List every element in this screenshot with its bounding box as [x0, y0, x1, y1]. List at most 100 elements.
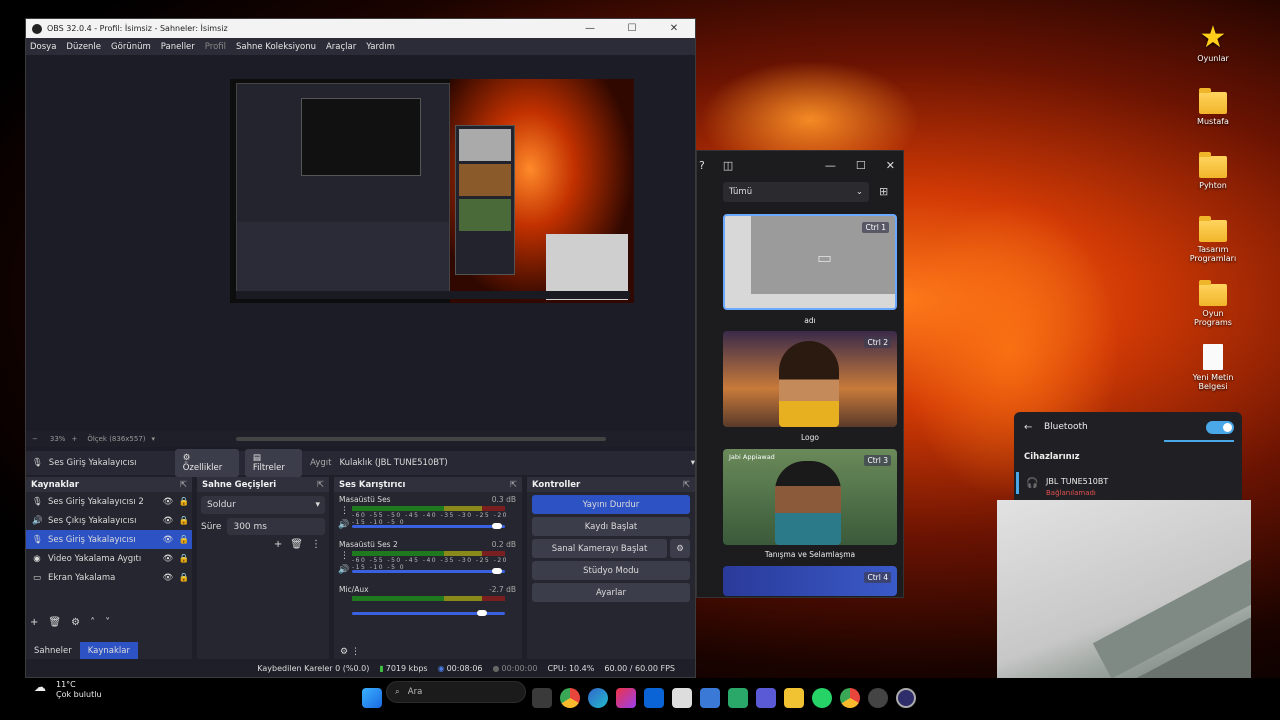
menu-yardim[interactable]: Yardım	[366, 42, 395, 52]
eye-icon[interactable]: 👁	[160, 554, 176, 564]
menu-dosya[interactable]: Dosya	[30, 42, 56, 52]
menu-araclar[interactable]: Araçlar	[326, 42, 356, 52]
more-icon[interactable]: ⋮	[351, 647, 360, 657]
eye-icon[interactable]: 👁	[160, 573, 176, 583]
filters-button[interactable]: ▤ Filtreler	[244, 449, 303, 477]
chevron-up-icon[interactable]: ˄	[90, 617, 95, 628]
chevron-down-icon[interactable]: ˅	[105, 617, 110, 628]
eye-icon[interactable]: 👁	[160, 516, 176, 526]
app-icon[interactable]	[868, 688, 888, 708]
gear-icon[interactable]: ⚙	[670, 539, 690, 558]
popout-icon[interactable]: ⇱	[180, 480, 187, 490]
speaker-icon[interactable]: 🔊	[338, 565, 349, 575]
eye-icon[interactable]: 👁	[160, 535, 176, 545]
desktop-icon-mustafa[interactable]: Mustafa	[1183, 88, 1243, 126]
zoom-plus-icon[interactable]: +	[71, 435, 77, 443]
properties-button[interactable]: ⚙ Özellikler	[174, 449, 239, 477]
popout-icon[interactable]: ⇱	[510, 480, 517, 490]
add-icon[interactable]: +	[274, 539, 282, 550]
lock-icon[interactable]: 🔒	[176, 554, 192, 564]
chrome-icon[interactable]	[840, 688, 860, 708]
file-explorer-icon[interactable]	[784, 688, 804, 708]
volume-knob[interactable]	[477, 610, 488, 616]
outlook-icon[interactable]	[644, 688, 664, 708]
bluetooth-toggle[interactable]	[1206, 421, 1234, 434]
device-select[interactable]: Kulaklık (JBL TUNE510BT) ▾	[339, 458, 695, 468]
sidebar-icon[interactable]: ◫	[723, 159, 733, 172]
transition-select[interactable]: Soldur ▾	[201, 496, 325, 514]
desktop-icon-oyun-programs[interactable]: Oyun Programs	[1183, 280, 1243, 327]
source-item[interactable]: ◉ Video Yakalama Aygıtı 👁 🔒	[26, 549, 192, 568]
volume-knob[interactable]	[492, 568, 503, 574]
obs-icon[interactable]	[896, 688, 916, 708]
start-recording-button[interactable]: Kaydı Başlat	[532, 517, 690, 536]
menu-sahne-koleksiyonu[interactable]: Sahne Koleksiyonu	[236, 42, 316, 52]
desktop-icon-oyunlar[interactable]: ★ Oyunlar	[1183, 22, 1243, 64]
menu-profil[interactable]: Profil	[205, 42, 226, 52]
chevron-down-icon[interactable]: ▾	[152, 435, 156, 443]
lock-icon[interactable]: 🔒	[176, 497, 192, 507]
lock-icon[interactable]: 🔒	[176, 573, 192, 583]
back-arrow-icon[interactable]: ←	[1024, 422, 1032, 433]
minimize-icon[interactable]: —	[569, 23, 611, 34]
edge-icon[interactable]	[588, 688, 608, 708]
grid-icon[interactable]: ⊞	[879, 185, 888, 198]
task-view-icon[interactable]	[532, 688, 552, 708]
chrome-icon[interactable]	[560, 688, 580, 708]
source-item[interactable]: 🎙 Ses Giriş Yakalayıcısı 2 👁 🔒	[26, 492, 192, 511]
snap-card[interactable]: Ctrl 4	[723, 566, 897, 596]
popout-icon[interactable]: ⇱	[317, 480, 324, 490]
menu-gorunum[interactable]: Görünüm	[111, 42, 151, 52]
speaker-icon[interactable]: 🔊	[338, 520, 349, 530]
scale-label[interactable]: Ölçek (836x557)	[87, 435, 145, 443]
preview-scrollbar[interactable]	[236, 437, 606, 441]
volume-slider[interactable]	[352, 570, 505, 573]
program-preview[interactable]	[230, 79, 634, 303]
menu-duzenle[interactable]: Düzenle	[66, 42, 101, 52]
whatsapp-icon[interactable]	[812, 688, 832, 708]
copilot-icon[interactable]	[616, 688, 636, 708]
taskbar-search[interactable]: ⌕ Ara	[386, 681, 526, 703]
more-icon[interactable]: ⋮	[311, 539, 321, 550]
volume-slider[interactable]	[352, 525, 505, 528]
trash-icon[interactable]: 🗑	[48, 617, 61, 628]
photos-icon[interactable]	[700, 688, 720, 708]
volume-knob[interactable]	[492, 523, 503, 529]
snap-card[interactable]: ▭ Ctrl 1	[723, 214, 897, 310]
filter-dropdown[interactable]: Tümü ⌄	[723, 182, 869, 202]
weather-widget[interactable]: ☁ 11°C Çok bulutlu	[34, 680, 102, 700]
duration-input[interactable]: 300 ms	[227, 518, 325, 535]
menu-paneller[interactable]: Paneller	[161, 42, 195, 52]
settings-button[interactable]: Ayarlar	[532, 583, 690, 602]
desktop-icon-yeni-metin[interactable]: Yeni Metin Belgesi	[1183, 344, 1243, 391]
calendar-icon[interactable]	[672, 688, 692, 708]
trash-icon[interactable]: 🗑	[290, 539, 303, 550]
teams-icon[interactable]	[756, 688, 776, 708]
lock-icon[interactable]: 🔒	[176, 535, 192, 545]
gear-icon[interactable]: ⚙	[71, 617, 80, 628]
source-item[interactable]: ▭ Ekran Yakalama 👁 🔒	[26, 568, 192, 587]
app-icon[interactable]	[728, 688, 748, 708]
snap-card[interactable]: Jabi Appiawad Ctrl 3	[723, 449, 897, 545]
help-icon[interactable]: ?	[699, 159, 705, 172]
gear-icon[interactable]: ⚙	[340, 647, 348, 657]
close-icon[interactable]: ✕	[886, 159, 895, 172]
device-name[interactable]: JBL TUNE510BT	[1046, 477, 1108, 486]
lock-icon[interactable]: 🔒	[176, 516, 192, 526]
more-icon[interactable]: ⋮	[340, 506, 349, 516]
maximize-icon[interactable]: ☐	[611, 23, 653, 34]
snap-card[interactable]: Ctrl 2	[723, 331, 897, 427]
source-item[interactable]: 🔊 Ses Çıkış Yakalayıcısı 👁 🔒	[26, 511, 192, 530]
preview-area[interactable]	[26, 55, 695, 451]
maximize-icon[interactable]: ☐	[856, 159, 866, 172]
desktop-icon-tasarim[interactable]: Tasarım Programları	[1183, 216, 1243, 263]
eye-icon[interactable]: 👁	[160, 497, 176, 507]
stop-stream-button[interactable]: Yayını Durdur	[532, 495, 690, 514]
more-icon[interactable]: ⋮	[340, 551, 349, 561]
start-virtual-camera-button[interactable]: Sanal Kamerayı Başlat	[532, 539, 667, 558]
desktop-icon-pyhton[interactable]: Pyhton	[1183, 152, 1243, 190]
source-item[interactable]: 🎙 Ses Giriş Yakalayıcısı 👁 🔒	[26, 530, 192, 549]
add-icon[interactable]: +	[30, 617, 38, 628]
close-icon[interactable]: ✕	[653, 23, 695, 34]
windows-start-icon[interactable]	[362, 688, 382, 708]
